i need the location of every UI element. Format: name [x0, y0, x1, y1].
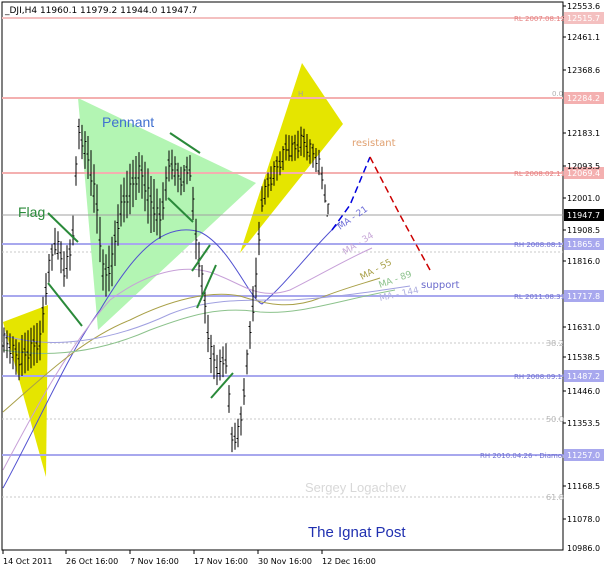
price-tick: 12461.1 [567, 33, 600, 42]
fib-label-618: 61.8 [546, 493, 564, 502]
current-price-value: 11947.7 [567, 211, 600, 220]
resistant-label: resistant [352, 138, 396, 149]
price-tick: 12368.6 [567, 66, 600, 75]
price-tick: 11446.0 [567, 387, 600, 396]
time-tick: 26 Oct 16:00 [66, 557, 118, 566]
time-tick: 30 Nov 16:00 [258, 557, 312, 566]
price-tick: 11353.5 [567, 419, 600, 428]
time-tick: 14 Oct 2011 [3, 557, 52, 566]
price-tick: 11168.5 [567, 482, 600, 491]
level-label-5: RL 2011.08.31 [514, 293, 565, 301]
price-tick: 12093.5 [567, 162, 600, 171]
level-label-1: RL 2007.08.12 [514, 15, 565, 23]
price-tick: 10986.0 [567, 544, 600, 553]
publisher-label: The Ignat Post [308, 524, 406, 541]
price-tick: 11078.0 [567, 515, 600, 524]
price-tick: 11631.0 [567, 323, 600, 332]
level-value-2: 12284.2 [567, 94, 600, 103]
time-tick: 12 Dec 16:00 [322, 557, 376, 566]
price-tick: 12001.0 [567, 194, 600, 203]
price-tick: 11538.5 [567, 353, 600, 362]
price-tick: 11908.5 [567, 226, 600, 235]
level-label-6: RH 2008.09.19 [514, 373, 566, 381]
level-value-4: 11865.6 [567, 240, 600, 249]
h-marker: H [298, 90, 303, 98]
price-chart[interactable]: 38.2 50.0 61.8 RL 2007.08.12 0.0 RL 2008… [0, 0, 605, 570]
level-label-4: RH 2008.08.11 [514, 241, 566, 249]
fib-label-382: 38.2 [546, 339, 564, 348]
level-label-3: RL 2008.02.11 [514, 170, 565, 178]
chart-header: _DJI,H4 11960.1 11979.2 11944.0 11947.7 [4, 6, 197, 16]
support-label: support [421, 280, 459, 291]
fib-label-500: 50.0 [546, 415, 564, 424]
level-value-6: 11487.2 [567, 372, 600, 381]
level-value-1: 12515.7 [567, 14, 600, 23]
level-label-7: RH 2010.04.26 - Diamond [480, 452, 571, 460]
level-value-7: 11257.0 [567, 451, 600, 460]
author-watermark: Sergey Logachev [305, 480, 407, 495]
time-tick: 17 Nov 16:00 [194, 557, 248, 566]
flag-label: Flag [18, 204, 45, 220]
level-value-5: 11717.8 [567, 292, 600, 301]
price-tick: 11816.0 [567, 257, 600, 266]
time-tick: 7 Nov 16:00 [130, 557, 179, 566]
level-label-2: 0.0 [552, 90, 563, 98]
pennant-label: Pennant [102, 114, 154, 130]
price-tick: 12553.6 [567, 2, 600, 11]
price-tick: 12183.1 [567, 129, 600, 138]
